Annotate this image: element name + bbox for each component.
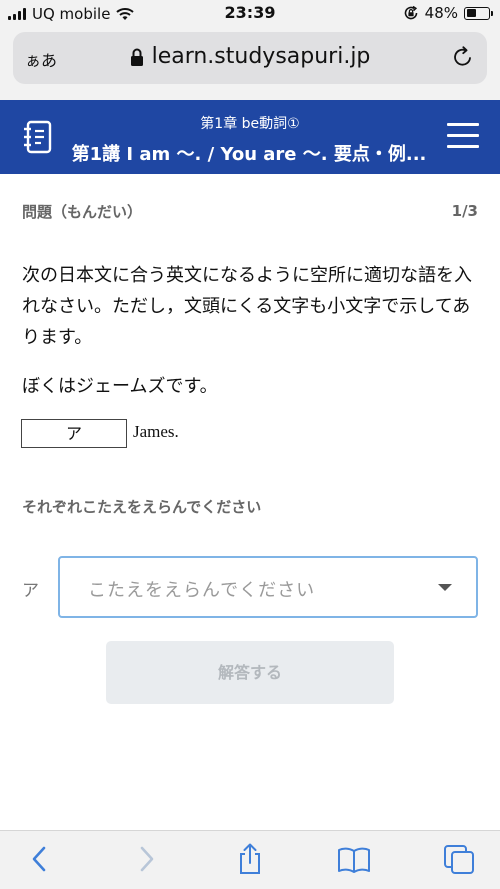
choose-answer-heading: それぞれこたえをえらんでください: [22, 498, 262, 516]
lock-icon: [130, 48, 143, 66]
forward-icon[interactable]: [128, 843, 164, 875]
url-display[interactable]: learn.studysapuri.jp: [13, 44, 487, 69]
lesson-title: 第1講 I am 〜. / You are 〜. 要点・例...: [71, 144, 427, 165]
caret-down-icon: [438, 584, 452, 591]
address-bar[interactable]: ぁあ learn.studysapuri.jp: [13, 32, 487, 84]
question-label: 問題（もんだい）: [22, 203, 143, 221]
orientation-lock-icon: [404, 5, 417, 20]
browser-toolbar: [0, 830, 500, 889]
chapter-subtitle: 第1章 be動詞①: [200, 116, 300, 132]
app-header: 第1章 be動詞① 第1講 I am 〜. / You are 〜. 要点・例.…: [0, 100, 500, 174]
battery-percent: 48%: [424, 4, 458, 22]
back-icon[interactable]: [22, 843, 58, 875]
question-instruction: 次の日本文に合う英文になるように空所に適切な語を入れなさい。ただし，文頭にくる文…: [22, 265, 472, 348]
share-icon[interactable]: [232, 843, 268, 875]
bookmarks-icon[interactable]: [336, 843, 372, 875]
battery-icon: [464, 6, 493, 20]
english-sentence-rest: James.: [133, 422, 179, 441]
url-text: learn.studysapuri.jp: [151, 44, 371, 69]
submit-answer-button[interactable]: 解答する: [106, 641, 394, 704]
select-label: ア: [22, 581, 39, 601]
answer-select[interactable]: こたえをえらんでください: [58, 556, 478, 618]
status-right: 48%: [403, 4, 493, 22]
answer-select-placeholder: こたえをえらんでください: [88, 580, 316, 601]
status-bar: UQ mobile 23:39 48%: [0, 0, 500, 28]
blank-box: ア: [21, 419, 127, 448]
tabs-icon[interactable]: [441, 843, 477, 875]
japanese-sentence: ぼくはジェームズです。: [22, 376, 218, 397]
reload-icon[interactable]: [451, 45, 475, 69]
hamburger-menu-icon[interactable]: [447, 123, 479, 149]
browser-address-area: ぁあ learn.studysapuri.jp: [0, 28, 500, 100]
question-page-counter: 1/3: [451, 202, 478, 220]
